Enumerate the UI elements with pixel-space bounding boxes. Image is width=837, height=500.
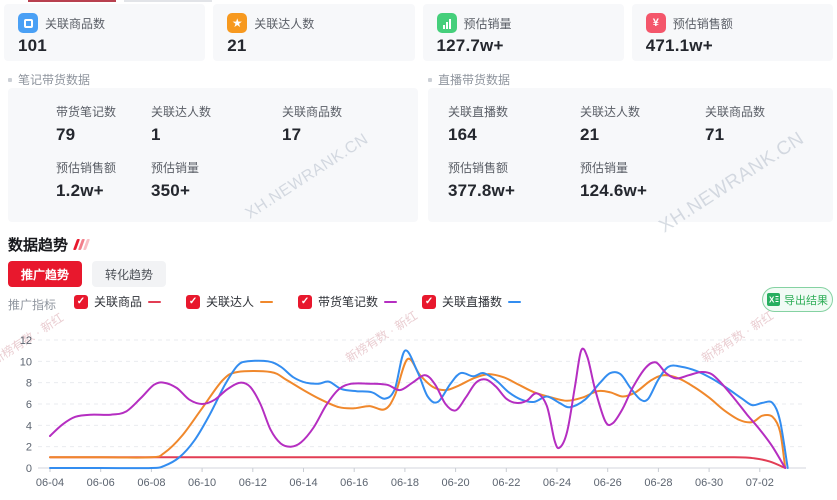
tab-promotion-trend[interactable]: 推广趋势 (8, 261, 82, 287)
metric-live-products: 关联商品数 71 (705, 103, 833, 159)
live-section-header: 直播带货数据 (428, 71, 510, 88)
metric-note-count: 带货笔记数 79 (56, 103, 151, 159)
section-title: 笔记带货数据 (18, 71, 90, 88)
series-color-dash (260, 301, 273, 303)
card-label: 关联达人数 (254, 15, 314, 32)
cropped-tab-divider (124, 0, 212, 2)
card-value: 21 (227, 36, 400, 56)
card-label: 关联商品数 (45, 15, 105, 32)
svg-text:06-06: 06-06 (87, 477, 115, 489)
legend-item-creators[interactable]: ✓ 关联达人 (186, 293, 273, 310)
metric-note-sales-amount: 预估销售额 1.2w+ (56, 159, 151, 215)
trend-line-chart: 0 2 4 6 8 10 12 06-04 06-06 06-08 06-10 06-12 06-14 0… (0, 325, 837, 500)
card-related-creators: ★ 关联达人数 21 (213, 4, 414, 61)
page-title: 数据趋势 (8, 234, 68, 255)
card-estimated-sales-volume: 预估销量 127.7w+ (423, 4, 624, 61)
svg-text:06-24: 06-24 (543, 477, 571, 489)
metric-live-count: 关联直播数 164 (448, 103, 580, 159)
export-results-button[interactable]: X 导出结果 (762, 287, 833, 312)
svg-text:07-02: 07-02 (746, 477, 774, 489)
svg-text:0: 0 (26, 463, 32, 475)
svg-text:06-18: 06-18 (391, 477, 419, 489)
svg-text:06-12: 06-12 (239, 477, 267, 489)
legend-item-notes[interactable]: ✓ 带货笔记数 (298, 293, 397, 310)
svg-text:06-04: 06-04 (36, 477, 64, 489)
excel-icon: X (767, 293, 780, 306)
trend-tabs: 推广趋势 转化趋势 (8, 261, 166, 287)
card-label: 预估销量 (464, 15, 512, 32)
legend-item-lives[interactable]: ✓ 关联直播数 (422, 293, 521, 310)
chart-canvas: 0 2 4 6 8 10 12 06-04 06-06 06-08 06-10 06-12 06-14 0… (0, 325, 837, 500)
svg-text:2: 2 (26, 442, 32, 454)
card-value: 101 (18, 36, 191, 56)
svg-text:8: 8 (26, 378, 32, 390)
trend-bars-icon (75, 239, 88, 250)
svg-text:06-20: 06-20 (442, 477, 470, 489)
summary-cards-row: 关联商品数 101 ★ 关联达人数 21 预估销量 127.7w+ ¥ 预估销售… (4, 4, 833, 61)
svg-text:06-10: 06-10 (188, 477, 216, 489)
coin-icon: ¥ (646, 13, 666, 33)
card-value: 471.1w+ (646, 36, 819, 56)
note-stats-card: 带货笔记数 79 关联达人数 1 关联商品数 17 预估销售额 1.2w+ 预估… (8, 88, 418, 222)
chart-legend: ✓ 关联商品 ✓ 关联达人 ✓ 带货笔记数 ✓ 关联直播数 (74, 293, 521, 310)
svg-text:06-16: 06-16 (340, 477, 368, 489)
checkbox-checked-icon[interactable]: ✓ (186, 295, 200, 309)
svg-text:X: X (769, 296, 775, 305)
note-section-header: 笔记带货数据 (8, 71, 90, 88)
checkbox-checked-icon[interactable]: ✓ (74, 295, 88, 309)
svg-text:12: 12 (20, 335, 32, 347)
svg-text:06-14: 06-14 (289, 477, 317, 489)
metric-live-creators: 关联达人数 21 (580, 103, 705, 159)
legend-item-products[interactable]: ✓ 关联商品 (74, 293, 161, 310)
cropped-tab-underline (28, 0, 116, 2)
card-label: 预估销售额 (673, 15, 733, 32)
svg-text:10: 10 (20, 356, 32, 368)
product-icon (18, 13, 38, 33)
export-label: 导出结果 (784, 292, 828, 308)
live-stats-card: 关联直播数 164 关联达人数 21 关联商品数 71 预估销售额 377.8w… (428, 88, 833, 222)
series-color-dash (508, 301, 521, 303)
checkbox-checked-icon[interactable]: ✓ (298, 295, 312, 309)
bullet-icon (8, 78, 12, 82)
trend-section-header: 数据趋势 (8, 234, 88, 255)
svg-text:06-22: 06-22 (492, 477, 520, 489)
tab-conversion-trend[interactable]: 转化趋势 (92, 261, 166, 287)
svg-text:06-30: 06-30 (695, 477, 723, 489)
svg-text:4: 4 (26, 420, 32, 432)
svg-text:06-26: 06-26 (594, 477, 622, 489)
checkbox-checked-icon[interactable]: ✓ (422, 295, 436, 309)
svg-text:06-08: 06-08 (137, 477, 165, 489)
series-color-dash (384, 301, 397, 303)
card-value: 127.7w+ (437, 36, 610, 56)
section-title: 直播带货数据 (438, 71, 510, 88)
card-related-products: 关联商品数 101 (4, 4, 205, 61)
card-estimated-sales-amount: ¥ 预估销售额 471.1w+ (632, 4, 833, 61)
svg-text:06-28: 06-28 (644, 477, 672, 489)
metric-live-sales-volume: 预估销量 124.6w+ (580, 159, 705, 215)
metric-live-sales-amount: 预估销售额 377.8w+ (448, 159, 580, 215)
metric-note-creators: 关联达人数 1 (151, 103, 282, 159)
metric-note-sales-volume: 预估销量 350+ (151, 159, 282, 215)
series-color-dash (148, 301, 161, 303)
svg-text:6: 6 (26, 399, 32, 411)
star-icon: ★ (227, 13, 247, 33)
bar-chart-icon (437, 13, 457, 33)
metric-note-products: 关联商品数 17 (282, 103, 418, 159)
indicator-label: 推广指标 (8, 296, 56, 313)
bullet-icon (428, 78, 432, 82)
